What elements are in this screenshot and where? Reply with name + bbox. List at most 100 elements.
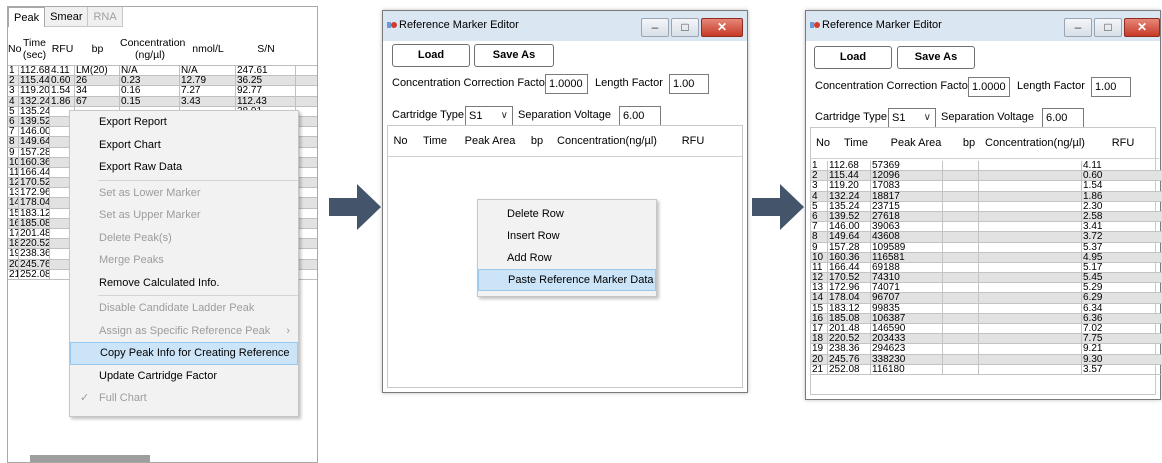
table-cell-area[interactable]: 96707 (871, 293, 943, 303)
table-cell-bp[interactable] (943, 191, 979, 201)
table-row[interactable]: 6 139.52 27618 2.58 (811, 211, 1162, 223)
table-cell-area[interactable]: 106387 (871, 313, 943, 323)
menu-item[interactable]: Paste Reference Marker Data (478, 269, 656, 291)
table-row[interactable]: 8 149.64 43608 3.72 (811, 232, 1162, 243)
col-header-concentration[interactable]: Concentration(ng/µl) (983, 137, 1087, 149)
table-row[interactable]: 3 119.20 17083 1.54 (811, 181, 1162, 192)
table-cell-no[interactable]: 5 (811, 201, 828, 211)
menu-item[interactable]: ✓ Full Chart (70, 387, 298, 410)
tab-smear[interactable]: Smear (45, 7, 89, 27)
close-button[interactable]: ✕ (1124, 18, 1160, 37)
table-cell-area[interactable]: 146590 (871, 324, 943, 334)
table-cell-bp[interactable] (943, 211, 979, 222)
table-cell-area[interactable]: 23715 (871, 201, 943, 211)
table-row[interactable]: 11 166.44 69188 5.17 (811, 262, 1162, 274)
table-cell-time[interactable]: 115.44 (828, 171, 871, 181)
table-cell-bp[interactable] (943, 324, 979, 334)
menu-item[interactable]: Set as Upper Marker (70, 204, 298, 227)
table-row[interactable]: 2 115.44 0.60 26 0.23 12.79 36.25 (8, 76, 317, 87)
table-cell-time[interactable]: 238.36 (828, 344, 871, 354)
table-cell-no[interactable]: 21 (811, 364, 828, 374)
length-factor-field[interactable]: 1.00 (669, 74, 709, 94)
table-cell-area[interactable]: 203433 (871, 334, 943, 344)
table-cell-conc[interactable] (979, 334, 1082, 344)
col-header-sn[interactable]: S/N (236, 43, 296, 55)
table-row[interactable]: 21 252.08 116180 3.57 (811, 364, 1162, 375)
table-row[interactable]: 5 135.24 23715 2.30 (811, 201, 1162, 212)
table-row[interactable]: 3 119.20 1.54 34 0.16 7.27 92.77 (8, 86, 317, 97)
table-cell-conc[interactable] (979, 201, 1082, 211)
table-cell-bp[interactable] (943, 313, 979, 323)
table-cell-no[interactable]: 14 (811, 293, 828, 303)
table-row[interactable]: 1 112.68 4.11 LM(20) N/A N/A 247.61 (8, 66, 317, 77)
table-cell-bp[interactable] (943, 222, 979, 232)
table-cell-conc[interactable] (979, 161, 1082, 171)
load-button[interactable]: Load (392, 44, 470, 67)
table-cell-no[interactable]: 8 (811, 232, 828, 242)
table-row[interactable]: 12 170.52 74310 5.45 (811, 273, 1162, 284)
table-cell-time[interactable]: 149.64 (828, 232, 871, 242)
table-cell-time[interactable]: 146.00 (828, 222, 871, 232)
table-cell-bp[interactable] (943, 303, 979, 313)
menu-item[interactable]: Add Row (478, 247, 656, 269)
table-cell-time[interactable]: 201.48 (828, 324, 871, 334)
table-cell-no[interactable]: 12 (811, 273, 828, 283)
table-row[interactable]: 7 146.00 39063 3.41 (811, 222, 1162, 233)
menu-item[interactable]: Remove Calculated Info. (70, 272, 298, 295)
table-cell-bp[interactable] (943, 273, 979, 283)
table-cell-conc[interactable] (979, 293, 1082, 303)
title-bar[interactable]: Reference Marker Editor – □ ✕ (806, 11, 1160, 41)
table-cell-rfu[interactable]: 4.11 (1082, 161, 1162, 170)
table-cell-conc[interactable] (979, 252, 1082, 262)
col-header-time[interactable]: Time (413, 135, 457, 147)
table-cell-area[interactable]: 294623 (871, 344, 943, 354)
table-cell-rfu[interactable]: 9.21 (1082, 344, 1162, 353)
table-cell-conc[interactable] (979, 324, 1082, 334)
table-cell-time[interactable]: 172.96 (828, 283, 871, 293)
table-cell-conc[interactable] (979, 262, 1082, 273)
conc-factor-field[interactable]: 1.0000 (968, 77, 1010, 97)
col-header-bp[interactable]: bp (523, 135, 551, 147)
table-cell-rfu[interactable]: 5.37 (1082, 243, 1162, 252)
table-cell-bp[interactable] (943, 344, 979, 354)
table-cell-rfu[interactable]: 3.72 (1082, 232, 1162, 241)
table-cell-bp[interactable] (943, 283, 979, 293)
table-cell-area[interactable]: 12096 (871, 171, 943, 181)
table-cell-conc[interactable] (979, 242, 1082, 252)
separation-voltage-field[interactable]: 6.00 (1042, 108, 1084, 128)
length-factor-field[interactable]: 1.00 (1091, 77, 1131, 97)
col-header-bp[interactable]: bp (75, 43, 120, 55)
table-row[interactable]: 4 132.24 18817 1.86 (811, 191, 1162, 202)
table-cell-area[interactable]: 57369 (871, 161, 943, 171)
table-cell-time[interactable]: 157.28 (828, 242, 871, 252)
table-cell-time[interactable]: 183.12 (828, 303, 871, 313)
table-cell-area[interactable]: 74071 (871, 283, 943, 293)
col-header-rfu[interactable]: RFU (1087, 137, 1159, 149)
table-cell-no[interactable]: 2 (811, 171, 828, 181)
table-cell-rfu[interactable]: 2.58 (1082, 212, 1162, 221)
table-cell-rfu[interactable]: 3.57 (1082, 365, 1162, 374)
table-cell-no[interactable]: 4 (811, 191, 828, 201)
table-cell-bp[interactable] (943, 161, 979, 171)
table-cell-no[interactable]: 3 (811, 181, 828, 191)
col-header-nmol[interactable]: nmol/L (180, 43, 236, 55)
col-header-no[interactable]: No (388, 135, 413, 147)
table-cell-no[interactable]: 9 (811, 242, 828, 252)
table-row[interactable]: 17 201.48 146590 7.02 (811, 324, 1162, 335)
title-bar[interactable]: Reference Marker Editor – □ ✕ (383, 11, 747, 41)
maximize-button[interactable]: □ (671, 18, 699, 37)
table-cell-time[interactable]: 220.52 (828, 334, 871, 344)
table-row[interactable]: 20 245.76 338230 9.30 (811, 354, 1162, 365)
menu-item[interactable]: Disable Candidate Ladder Peak (70, 297, 298, 320)
table-cell-area[interactable]: 27618 (871, 211, 943, 222)
table-row[interactable]: 1 112.68 57369 4.11 (811, 161, 1162, 172)
table-cell-rfu[interactable]: 1.54 (1082, 181, 1162, 190)
menu-item[interactable]: Export Raw Data (70, 156, 298, 179)
col-header-bp[interactable]: bp (955, 137, 983, 149)
table-cell-no[interactable]: 18 (811, 334, 828, 344)
table-cell-time[interactable]: 178.04 (828, 293, 871, 303)
table-cell-conc[interactable] (979, 344, 1082, 354)
col-header-peak-area[interactable]: Peak Area (457, 135, 523, 147)
table-row[interactable]: 4 132.24 1.86 67 0.15 3.43 112.43 (8, 96, 317, 107)
close-button[interactable]: ✕ (701, 18, 743, 37)
